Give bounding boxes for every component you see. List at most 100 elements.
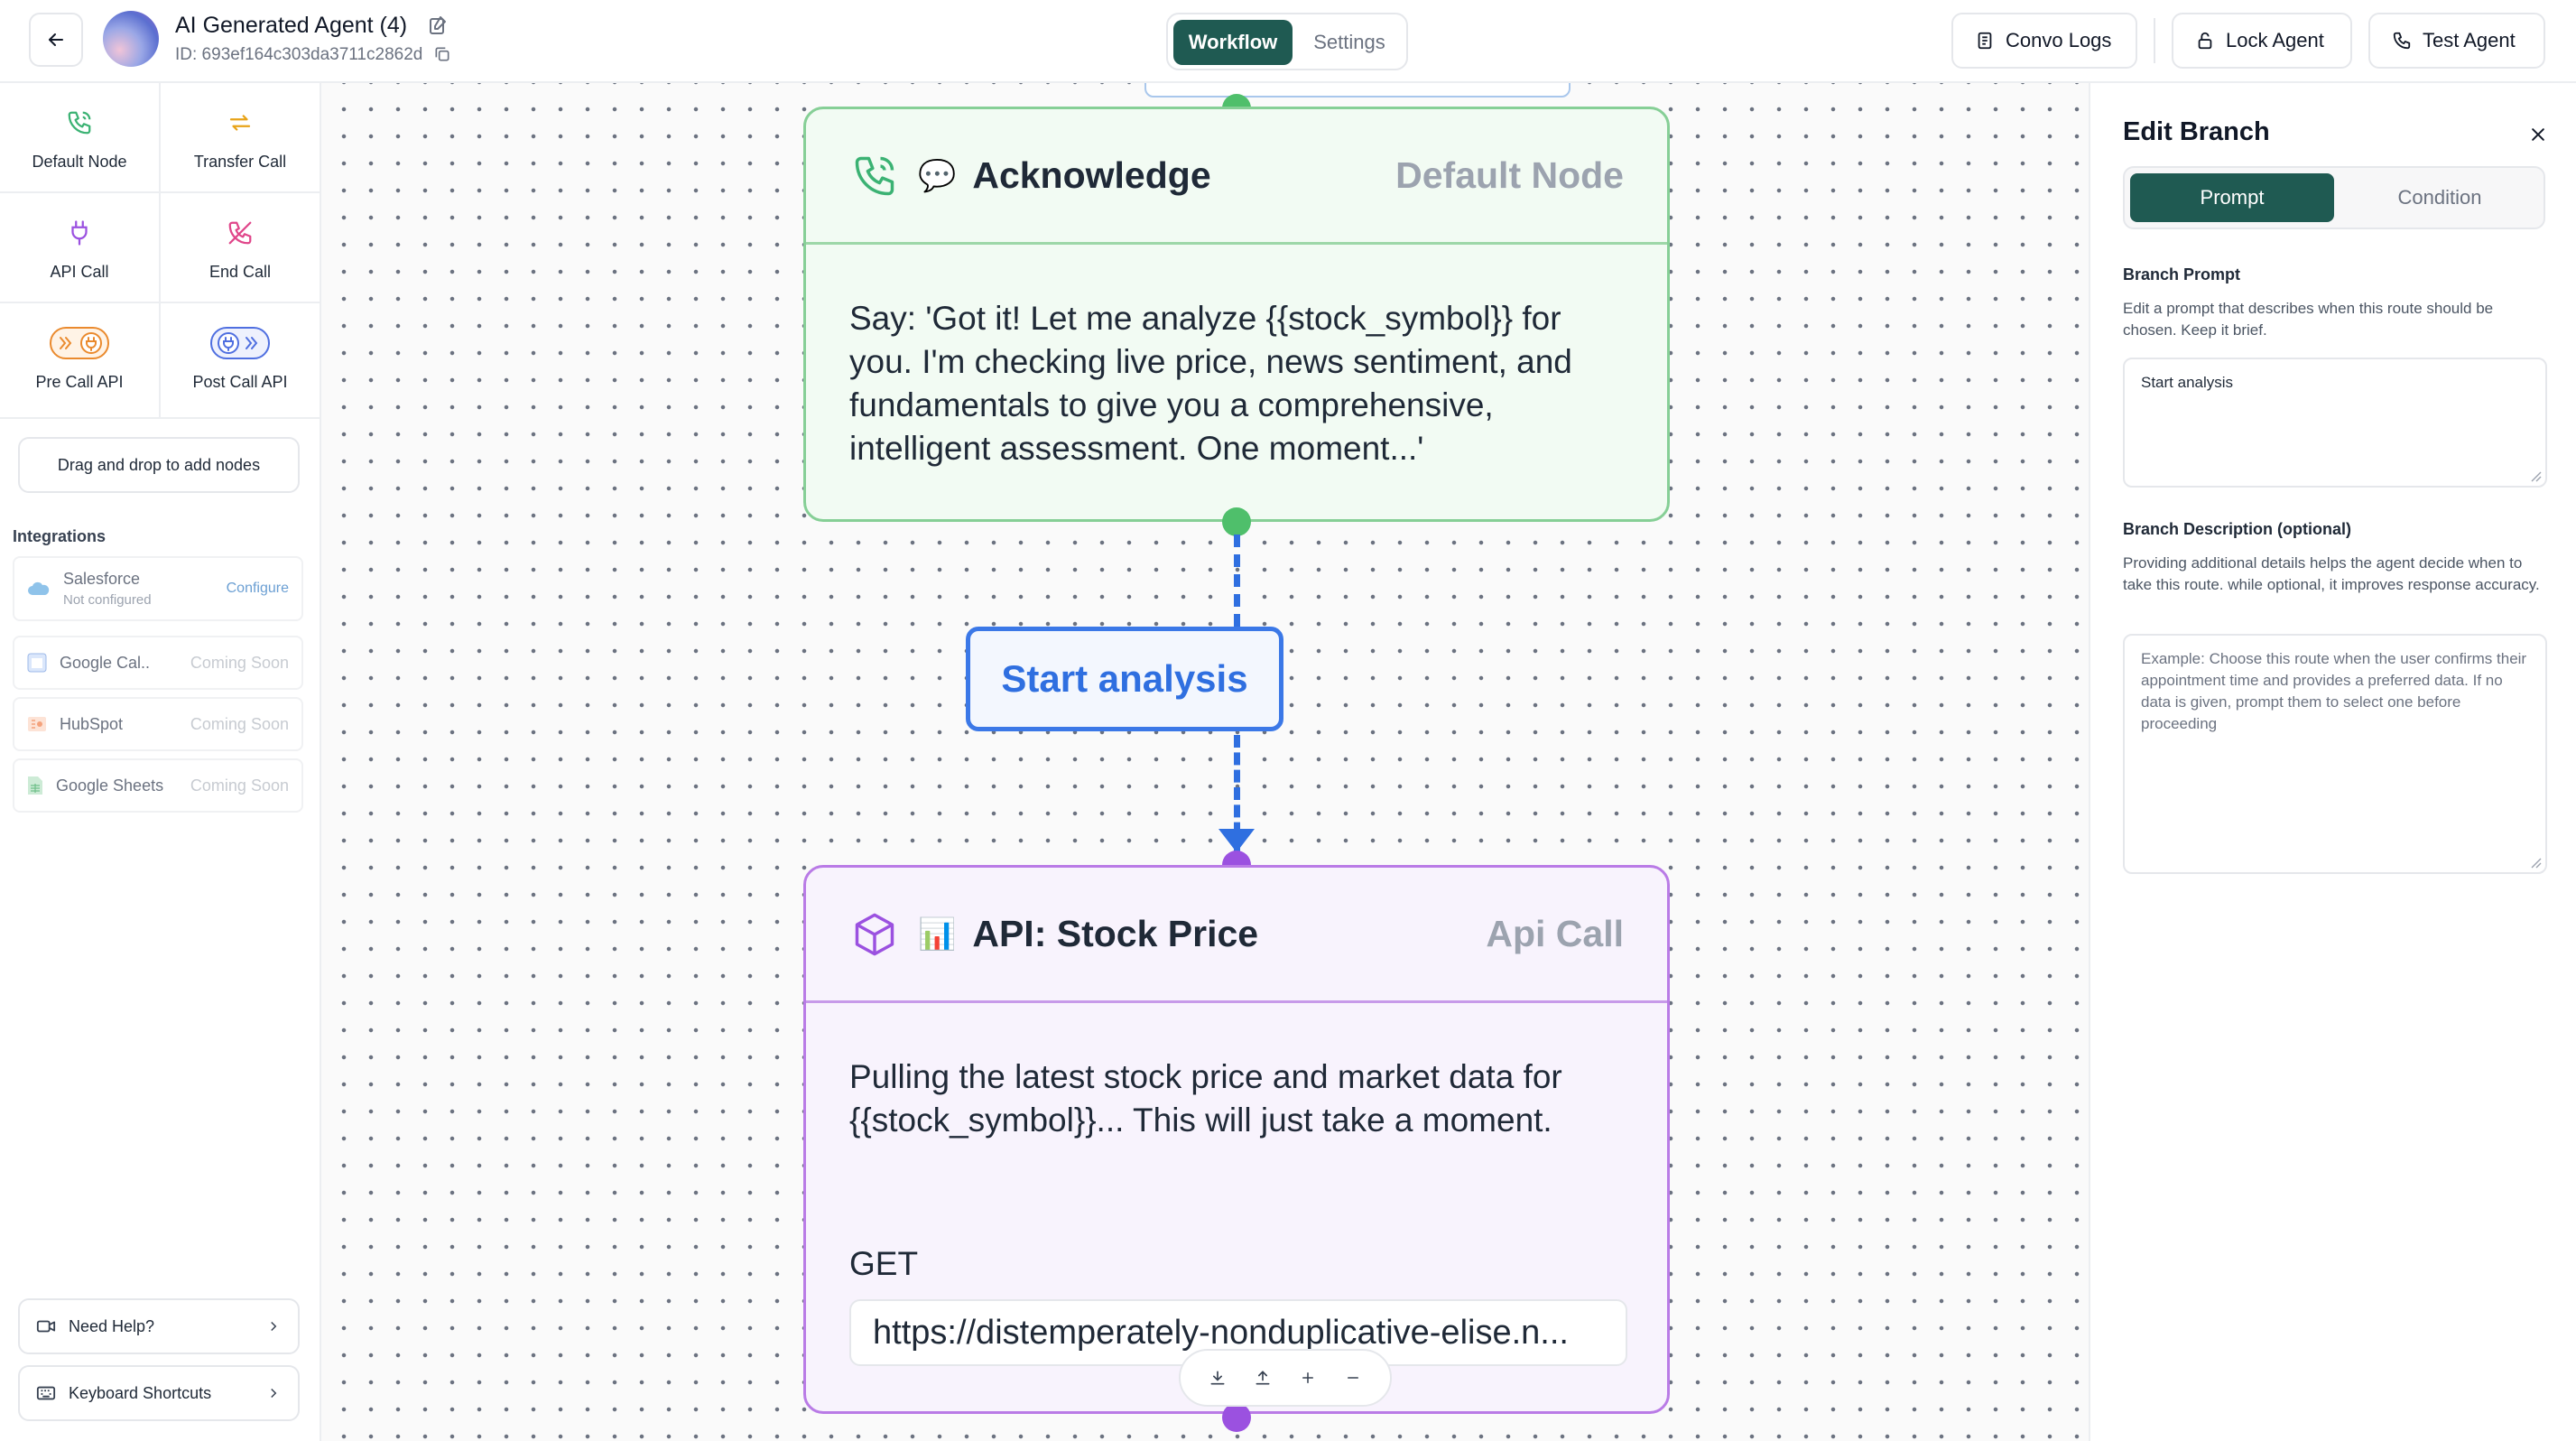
- node-palette-sidebar: Default Node Transfer Call API Call End …: [0, 83, 321, 1441]
- branch-tabs: Prompt Condition: [2123, 166, 2545, 229]
- cube-icon: [855, 913, 894, 955]
- minus-icon: [1348, 1377, 1358, 1379]
- convo-logs-button[interactable]: Convo Logs: [1951, 13, 2137, 69]
- test-agent-button[interactable]: Test Agent: [2368, 13, 2545, 69]
- integrations-title: Integrations: [13, 527, 107, 545]
- branch-prompt-label: Branch Prompt: [2123, 265, 2241, 284]
- tab-workflow[interactable]: Workflow: [1173, 20, 1293, 65]
- branch-label[interactable]: Start analysis: [966, 627, 1283, 731]
- node-type: Api Call: [1486, 913, 1624, 954]
- phone-off-icon: [228, 221, 252, 244]
- node-body: Say: 'Got it! Let me analyze {{stock_sym…: [849, 300, 1572, 467]
- agent-id: ID: 693ef164c303da3711c2862d: [175, 45, 423, 64]
- node-title: API: Stock Price: [972, 913, 1259, 954]
- transfer-arrows-icon: [229, 114, 251, 131]
- plus-icon: [1302, 1372, 1313, 1383]
- copy-icon[interactable]: [433, 45, 451, 63]
- integration-hubspot: HubSpot Coming Soon: [13, 697, 303, 751]
- palette-default-node[interactable]: Default Node: [0, 83, 159, 193]
- post-call-api-icon: [210, 326, 270, 359]
- palette-label: API Call: [50, 262, 109, 281]
- sheets-icon: [28, 776, 42, 795]
- agent-avatar: [103, 11, 159, 67]
- node-body: Pulling the latest stock price and marke…: [849, 1058, 1562, 1139]
- keyboard-shortcuts-label: Keyboard Shortcuts: [69, 1383, 212, 1402]
- branch-prompt-input[interactable]: Start analysis: [2123, 358, 2547, 488]
- integration-name: Google Cal..: [60, 653, 151, 672]
- calendar-icon: [27, 653, 47, 673]
- branch-prompt-value: Start analysis: [2141, 374, 2234, 391]
- palette-label: Pre Call API: [35, 372, 124, 391]
- video-icon: [36, 1320, 56, 1333]
- upload-icon: [1256, 1371, 1270, 1385]
- zoom-in-button[interactable]: [1290, 1360, 1326, 1396]
- chevron-right-icon: [271, 1321, 277, 1332]
- palette-label: Post Call API: [192, 372, 288, 391]
- lock-agent-label: Lock Agent: [2226, 29, 2324, 51]
- branch-description-placeholder: Example: Choose this route when the user…: [2141, 650, 2527, 732]
- palette-pre-call-api[interactable]: Pre Call API: [0, 303, 159, 414]
- pre-call-api-icon: [50, 326, 109, 359]
- convo-logs-label: Convo Logs: [2006, 29, 2112, 51]
- http-method: GET: [849, 1245, 919, 1282]
- integration-sub: Not configured: [63, 592, 152, 608]
- divider: [0, 417, 320, 419]
- close-icon: [2532, 128, 2544, 141]
- phone-icon: [68, 111, 91, 134]
- canvas-controls: [1179, 1349, 1392, 1407]
- resize-handle-icon[interactable]: [2529, 856, 2542, 869]
- integration-name: HubSpot: [60, 714, 124, 733]
- download-icon: [1210, 1371, 1225, 1385]
- node-title: Acknowledge: [972, 154, 1211, 196]
- configure-link[interactable]: Configure: [227, 581, 289, 597]
- coming-soon-label: Coming Soon: [190, 653, 289, 672]
- previous-node-stub[interactable]: [1144, 83, 1571, 98]
- node-handle-bottom[interactable]: [1222, 507, 1251, 536]
- palette-label: End Call: [208, 262, 272, 281]
- back-button[interactable]: [29, 13, 83, 67]
- branch-prompt-help: Edit a prompt that describes when this r…: [2123, 300, 2494, 339]
- tab-condition[interactable]: Condition: [2338, 173, 2542, 222]
- keyboard-shortcuts-button[interactable]: Keyboard Shortcuts: [18, 1365, 300, 1421]
- palette-end-call[interactable]: End Call: [161, 193, 320, 303]
- zoom-out-button[interactable]: [1335, 1360, 1371, 1396]
- drag-hint: Drag and drop to add nodes: [18, 437, 300, 493]
- lock-agent-button[interactable]: Lock Agent: [2172, 13, 2352, 69]
- coming-soon-label: Coming Soon: [190, 776, 289, 795]
- chevron-right-icon: [271, 1388, 277, 1399]
- agent-title: AI Generated Agent (4): [175, 13, 408, 38]
- integration-name: Salesforce: [63, 570, 141, 588]
- integration-salesforce[interactable]: Salesforce Not configured Configure: [13, 556, 303, 621]
- palette-transfer-call[interactable]: Transfer Call: [161, 83, 320, 193]
- integration-google-calendar: Google Cal.. Coming Soon: [13, 636, 303, 690]
- node-palette: Default Node Transfer Call API Call End …: [0, 83, 320, 419]
- arrow-left-icon: [49, 33, 63, 46]
- download-button[interactable]: [1200, 1360, 1236, 1396]
- view-switcher: Workflow Settings: [1166, 13, 1408, 70]
- workflow-canvas[interactable]: 💬 Acknowledge Default Node Say: 'Got it!…: [321, 83, 2089, 1441]
- test-agent-label: Test Agent: [2423, 29, 2516, 51]
- panel-title: Edit Branch: [2123, 117, 2270, 146]
- branch-description-label: Branch Description (optional): [2123, 520, 2352, 538]
- upload-button[interactable]: [1245, 1360, 1281, 1396]
- need-help-button[interactable]: Need Help?: [18, 1298, 300, 1354]
- edge-arrowhead: [1219, 829, 1255, 852]
- close-button[interactable]: [2529, 123, 2547, 148]
- node-header: 💬 Acknowledge Default Node: [806, 109, 1667, 245]
- palette-api-call[interactable]: API Call: [0, 193, 159, 303]
- tab-settings[interactable]: Settings: [1296, 20, 1403, 65]
- node-header: 📊 API: Stock Price Api Call: [806, 868, 1667, 1003]
- integration-name: Google Sheets: [56, 776, 164, 795]
- speech-bubble-icon: 💬: [918, 158, 957, 193]
- resize-handle-icon[interactable]: [2529, 469, 2542, 482]
- node-handle-bottom[interactable]: [1222, 1403, 1251, 1432]
- api-stock-price-node[interactable]: 📊 API: Stock Price Api Call Pulling the …: [803, 865, 1670, 1414]
- palette-post-call-api[interactable]: Post Call API: [161, 303, 320, 414]
- tab-prompt[interactable]: Prompt: [2130, 173, 2334, 222]
- document-icon: [1978, 32, 1992, 50]
- phone-icon: [2393, 32, 2411, 50]
- acknowledge-node[interactable]: 💬 Acknowledge Default Node Say: 'Got it!…: [803, 107, 1670, 522]
- palette-label: Transfer Call: [193, 152, 287, 171]
- branch-description-input[interactable]: Example: Choose this route when the user…: [2123, 634, 2547, 874]
- edit-icon[interactable]: [428, 14, 449, 36]
